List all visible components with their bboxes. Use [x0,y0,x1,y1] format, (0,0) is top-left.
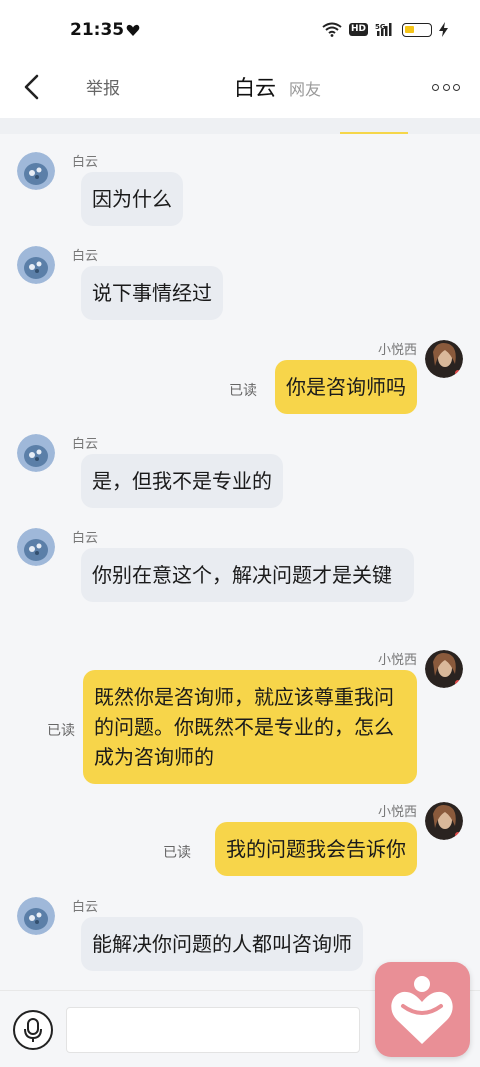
read-status: 已读 [163,845,191,861]
sender-name: 白云 [72,155,99,170]
avatar[interactable] [425,650,463,688]
chat-list: 白云 因为什么 白云 说下事情经过 小悦西 已读 你是咨询师吗 白云 是，但我不… [0,134,480,990]
sender-name: 白云 [72,249,99,264]
message-bubble[interactable]: 我的问题我会告诉你 [215,822,417,876]
hd-badge: HD [348,23,368,36]
charging-icon [439,22,448,37]
voice-button[interactable] [13,1010,53,1050]
status-bar: 21:35 HD 5G [0,0,480,62]
avatar[interactable] [425,802,463,840]
status-time: 21:35 [70,20,125,40]
signal-icon: 5G [375,23,392,36]
avatar[interactable] [17,246,55,284]
relation-label: 网友 [289,80,322,99]
status-icons: HD 5G [322,22,448,37]
message-bubble[interactable]: 能解决你问题的人都叫咨询师 [81,917,363,971]
sender-name: 白云 [72,437,99,452]
message-bubble[interactable]: 既然你是咨询师，就应该尊重我问的问题。你既然不是专业的，怎么成为咨询师的 [83,670,417,784]
message-input[interactable] [66,1007,360,1053]
avatar[interactable] [17,434,55,472]
read-status: 已读 [47,723,75,739]
sender-name: 小悦西 [377,805,417,820]
microphone-icon [24,1018,42,1042]
svg-text:5G: 5G [375,23,386,31]
message-bubble[interactable]: 说下事情经过 [81,266,223,320]
nav-bar: 举报 白云 网友 [0,62,480,118]
message-bubble[interactable]: 是，但我不是专业的 [81,454,283,508]
heart-person-icon [391,976,453,1044]
read-status: 已读 [229,383,257,399]
avatar[interactable] [17,152,55,190]
more-icon[interactable] [432,82,460,92]
sender-name: 小悦西 [377,653,417,668]
message-bubble[interactable]: 你别在意这个，解决问题才是关键 [81,548,414,602]
heart-status-icon [126,24,140,36]
floating-heart-button[interactable] [375,962,470,1057]
message-bubble[interactable]: 你是咨询师吗 [275,360,417,414]
sender-name: 小悦西 [377,343,417,358]
avatar[interactable] [17,528,55,566]
sender-name: 白云 [72,531,99,546]
avatar[interactable] [425,340,463,378]
wifi-icon [322,22,342,37]
report-button[interactable]: 举报 [86,74,120,99]
battery-icon [402,22,432,37]
back-arrow-icon[interactable] [18,72,48,102]
sender-name: 白云 [72,900,99,915]
message-bubble[interactable]: 因为什么 [81,172,183,226]
header-divider [0,118,480,134]
page-title: 白云 [234,76,276,100]
avatar[interactable] [17,897,55,935]
